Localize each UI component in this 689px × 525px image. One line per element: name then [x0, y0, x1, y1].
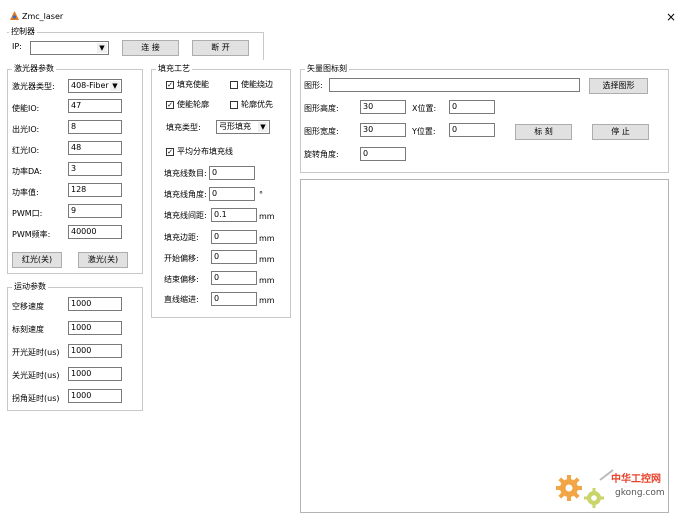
fill-unit: mm — [259, 255, 275, 264]
fill-line-count-input[interactable]: 0 — [209, 166, 255, 180]
fill-unit: mm — [259, 212, 275, 221]
enable-edge-label: 使能绕边 — [241, 80, 273, 89]
x-position-input[interactable]: 0 — [449, 100, 495, 114]
controller-group-title: 控制器 — [9, 27, 37, 37]
field-label: PWM口: — [12, 209, 43, 218]
fill-angle-input[interactable]: 0 — [209, 187, 255, 201]
watermark-name: 中华工控网 — [611, 474, 661, 485]
fill-row-label: 填充边距: — [164, 233, 199, 242]
watermark-logo: 中华工控网 gkong.com — [553, 466, 683, 512]
field-label: 拐角延时(us) — [12, 394, 60, 403]
pwm-port-input[interactable]: 9 — [68, 204, 122, 218]
enable-io-input[interactable]: 47 — [68, 99, 122, 113]
even-distribution-checkbox[interactable]: ✓ — [166, 148, 174, 156]
shape-label: 图形: — [304, 81, 323, 90]
field-label: 功率DA: — [12, 167, 43, 176]
field-label: 开光延时(us) — [12, 348, 60, 357]
watermark-domain: gkong.com — [615, 488, 665, 498]
y-position-input[interactable]: 0 — [449, 123, 495, 137]
power-value-input[interactable]: 128 — [68, 183, 122, 197]
enable-contour-label: 使能轮廓 — [177, 100, 209, 109]
motion-params-title: 运动参数 — [12, 282, 48, 292]
window-title: Zmc_laser — [22, 12, 64, 21]
fill-start-offset-input[interactable]: 0 — [211, 250, 257, 264]
close-icon[interactable]: × — [666, 10, 676, 24]
even-distribution-label: 平均分布填充线 — [177, 147, 233, 156]
on-delay-input[interactable]: 1000 — [68, 344, 122, 358]
corner-delay-input[interactable]: 1000 — [68, 389, 122, 403]
fill-title: 填充工艺 — [156, 64, 192, 74]
vector-title: 矢量图标刻 — [305, 64, 349, 74]
fill-row-label: 填充线间距: — [164, 211, 207, 220]
mark-speed-input[interactable]: 1000 — [68, 321, 122, 335]
laser-type-label: 激光器类型: — [12, 82, 55, 91]
contour-first-checkbox[interactable] — [230, 101, 238, 109]
select-shape-button[interactable]: 选择图形 — [589, 78, 648, 94]
fill-end-offset-input[interactable]: 0 — [211, 271, 257, 285]
app-icon — [10, 11, 19, 20]
red-light-button[interactable]: 红光(关) — [12, 252, 62, 268]
fill-row-label: 直线缩进: — [164, 295, 199, 304]
stop-button[interactable]: 停 止 — [592, 124, 649, 140]
output-io-input[interactable]: 8 — [68, 120, 122, 134]
move-speed-input[interactable]: 1000 — [68, 297, 122, 311]
enable-fill-checkbox[interactable]: ✓ — [166, 81, 174, 89]
fill-row-label: 开始偏移: — [164, 254, 199, 263]
shape-path-input[interactable] — [329, 78, 580, 92]
ypos-label: Y位置: — [412, 127, 436, 136]
rotation-angle-input[interactable]: 0 — [360, 147, 406, 161]
preview-canvas[interactable] — [300, 179, 669, 513]
fill-type-value: 弓形填充 — [219, 122, 251, 131]
shape-width-input[interactable]: 30 — [360, 123, 406, 137]
title-bar: Zmc_laser × — [0, 0, 689, 26]
chevron-down-icon: ▼ — [258, 122, 268, 132]
angle-label: 旋转角度: — [304, 150, 339, 159]
laser-params-title: 激光器参数 — [12, 64, 56, 74]
laser-button[interactable]: 激光(关) — [78, 252, 128, 268]
disconnect-button[interactable]: 断 开 — [192, 40, 249, 56]
fill-unit: mm — [259, 276, 275, 285]
chevron-down-icon: ▼ — [97, 43, 107, 53]
fill-row-label: 填充线角度: — [164, 190, 207, 199]
enable-fill-label: 填充使能 — [177, 80, 209, 89]
pwm-freq-input[interactable]: 40000 — [68, 225, 122, 239]
fill-row-label: 结束偏移: — [164, 275, 199, 284]
enable-contour-checkbox[interactable]: ✓ — [166, 101, 174, 109]
width-label: 图形宽度: — [304, 127, 339, 136]
mark-button[interactable]: 标 刻 — [515, 124, 572, 140]
field-label: 红光IO: — [12, 146, 40, 155]
fill-indent-input[interactable]: 0 — [211, 292, 257, 306]
fill-spacing-input[interactable]: 0.1 — [211, 208, 257, 222]
fill-type-select[interactable]: 弓形填充 ▼ — [216, 120, 270, 134]
field-label: 出光IO: — [12, 125, 40, 134]
contour-first-label: 轮廓优先 — [241, 100, 273, 109]
field-label: 功率值: — [12, 188, 39, 197]
enable-edge-checkbox[interactable] — [230, 81, 238, 89]
laser-type-select[interactable]: 408-Fiber ▼ — [68, 79, 122, 93]
field-label: 标刻速度 — [12, 325, 44, 334]
field-label: 空移速度 — [12, 302, 44, 311]
off-delay-input[interactable]: 1000 — [68, 367, 122, 381]
red-io-input[interactable]: 48 — [68, 141, 122, 155]
fill-unit: ° — [259, 190, 263, 199]
laser-type-value: 408-Fiber — [71, 81, 109, 90]
field-label: 关光延时(us) — [12, 371, 60, 380]
fill-unit: mm — [259, 234, 275, 243]
ip-select[interactable]: ▼ — [30, 41, 109, 55]
fill-margin-input[interactable]: 0 — [211, 230, 257, 244]
connect-button[interactable]: 连 接 — [122, 40, 179, 56]
ip-label: IP: — [12, 42, 22, 51]
field-label: 使能IO: — [12, 104, 40, 113]
height-label: 图形高度: — [304, 104, 339, 113]
field-label: PWM频率: — [12, 230, 51, 239]
fill-type-label: 填充类型: — [166, 123, 201, 132]
xpos-label: X位置: — [412, 104, 437, 113]
shape-height-input[interactable]: 30 — [360, 100, 406, 114]
power-da-input[interactable]: 3 — [68, 162, 122, 176]
fill-row-label: 填充线数目: — [164, 169, 207, 178]
fill-unit: mm — [259, 296, 275, 305]
chevron-down-icon: ▼ — [110, 81, 120, 91]
